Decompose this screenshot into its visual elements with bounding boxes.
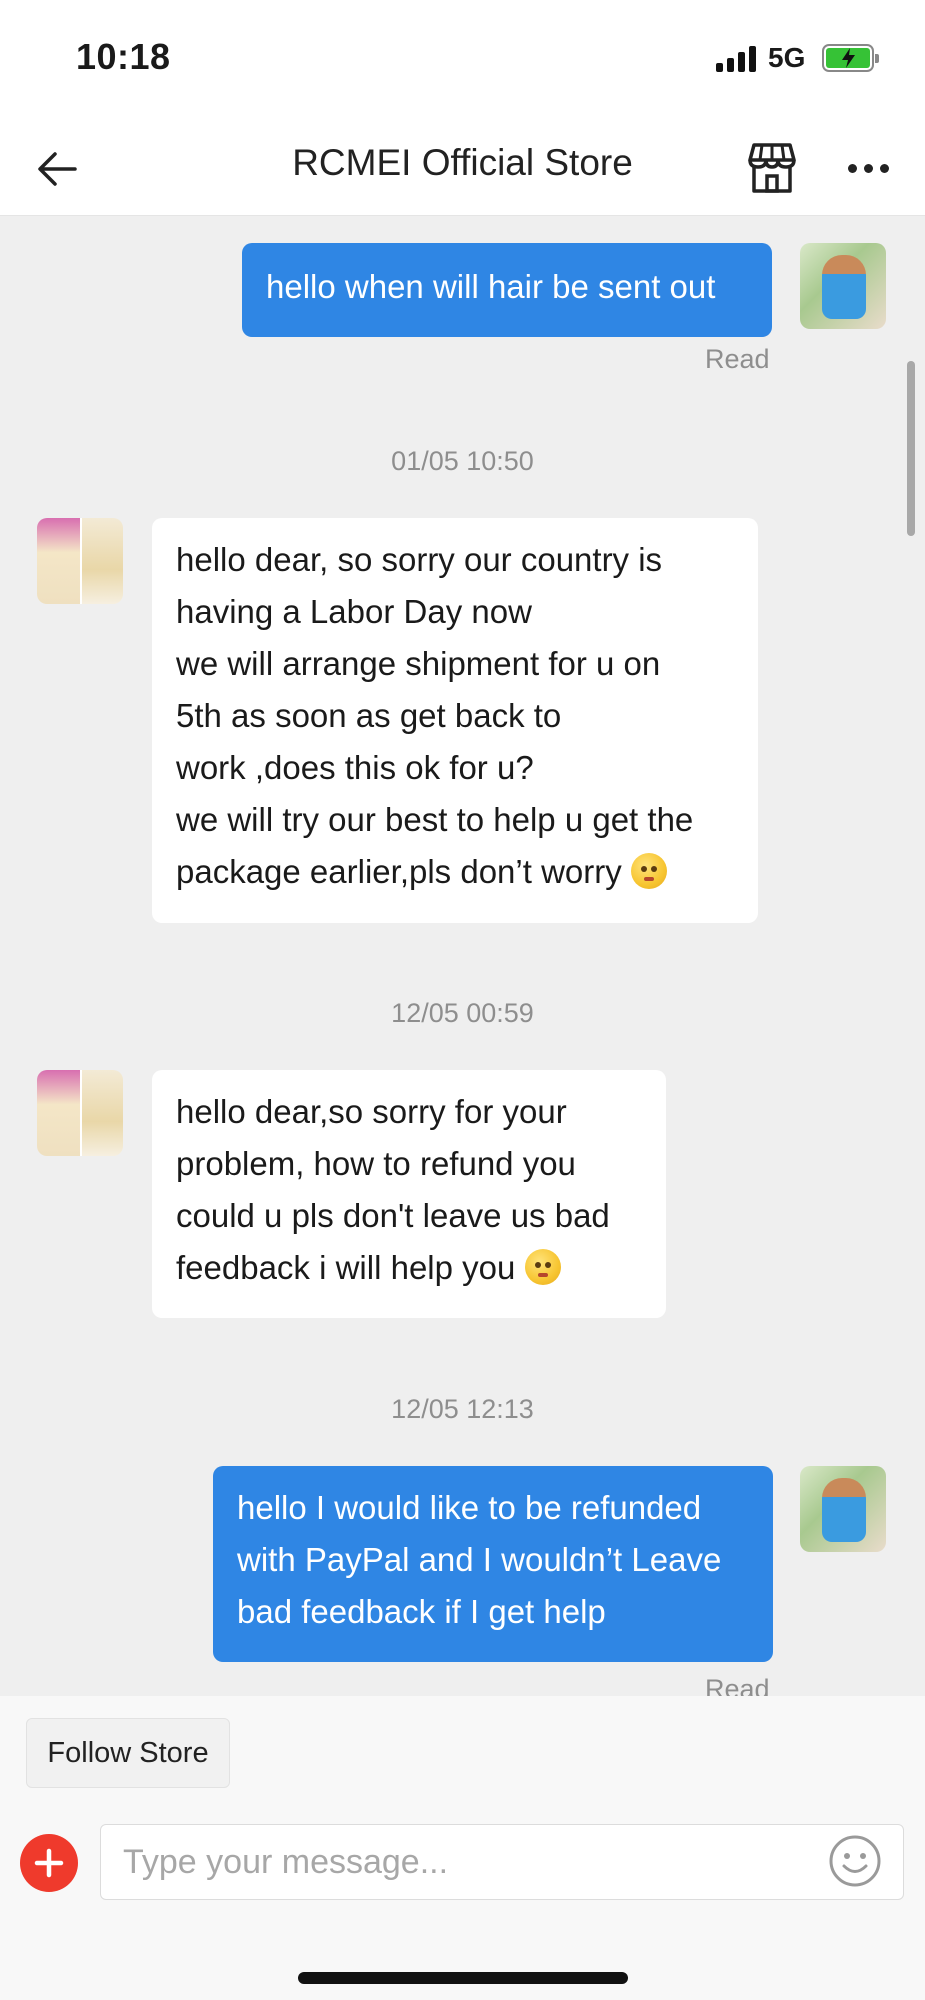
emoji-button[interactable] (828, 1834, 882, 1888)
chat-footer: Follow Store (0, 1696, 925, 2000)
message-timestamp: 12/05 00:59 (391, 998, 534, 1028)
status-time: 10:18 (76, 36, 171, 77)
message-text: hello dear, so sorry our country is (176, 541, 663, 578)
chat-message-list[interactable]: hello when will hair be sent out Read 01… (0, 216, 925, 1696)
follow-store-button[interactable]: Follow Store (26, 1718, 230, 1788)
message-text: we will try our best to help u get the (176, 801, 694, 838)
outgoing-message[interactable]: hello when will hair be sent out (242, 243, 772, 337)
incoming-message[interactable]: hello dear,so sorry for your problem, ho… (152, 1070, 666, 1318)
message-text: we will arrange shipment for u on (176, 645, 661, 682)
message-text: hello dear,so sorry for your (176, 1093, 567, 1130)
back-button[interactable] (28, 140, 86, 198)
message-input[interactable] (100, 1824, 904, 1900)
store-avatar[interactable] (37, 1070, 123, 1156)
message-text: hello I would like to be refunded (237, 1489, 702, 1526)
message-timestamp: 01/05 10:50 (391, 446, 534, 476)
hugging-face-emoji-icon (630, 853, 667, 889)
chat-header: RCMEI Official Store (0, 118, 925, 216)
home-indicator[interactable] (298, 1972, 628, 1984)
store-button[interactable] (740, 136, 804, 200)
pleading-face-emoji-icon (524, 1249, 561, 1285)
incoming-message[interactable]: hello dear, so sorry our country is havi… (152, 518, 758, 923)
read-status: Read (705, 344, 770, 374)
network-type: 5G (768, 42, 806, 73)
storefront-icon (748, 143, 796, 193)
outgoing-message[interactable]: hello I would like to be refunded with P… (213, 1466, 773, 1662)
message-text: package earlier,pls don’t worry (176, 853, 622, 890)
more-options-button[interactable] (838, 138, 898, 198)
plus-icon (34, 1848, 64, 1878)
store-avatar[interactable] (37, 518, 123, 604)
message-text: having a Labor Day now (176, 593, 532, 630)
status-bar: 10:18 5G (0, 0, 925, 118)
user-avatar[interactable] (800, 1466, 886, 1552)
signal-icon (716, 46, 756, 72)
battery-icon (822, 44, 879, 72)
user-avatar[interactable] (800, 243, 886, 329)
more-dot-icon (847, 163, 857, 173)
more-dot-icon (863, 163, 873, 173)
arrow-left-icon (38, 152, 77, 186)
message-text: problem, how to refund you (176, 1145, 576, 1182)
message-text: could u pls don't leave us bad (176, 1197, 610, 1234)
message-text: 5th as soon as get back to (176, 697, 562, 734)
message-text: feedback i will help you (176, 1249, 516, 1286)
more-dot-icon (879, 163, 889, 173)
message-text: work ,does this ok for u? (176, 749, 534, 786)
page-title: RCMEI Official Store (292, 142, 633, 183)
message-text: bad feedback if I get help (237, 1593, 606, 1630)
read-status: Read (705, 1674, 770, 1696)
message-text: hello when will hair be sent out (266, 268, 716, 305)
message-text: with PayPal and I wouldn’t Leave (237, 1541, 722, 1578)
add-attachment-button[interactable] (20, 1834, 78, 1892)
message-timestamp: 12/05 12:13 (391, 1394, 534, 1424)
smiley-icon (829, 1835, 881, 1887)
